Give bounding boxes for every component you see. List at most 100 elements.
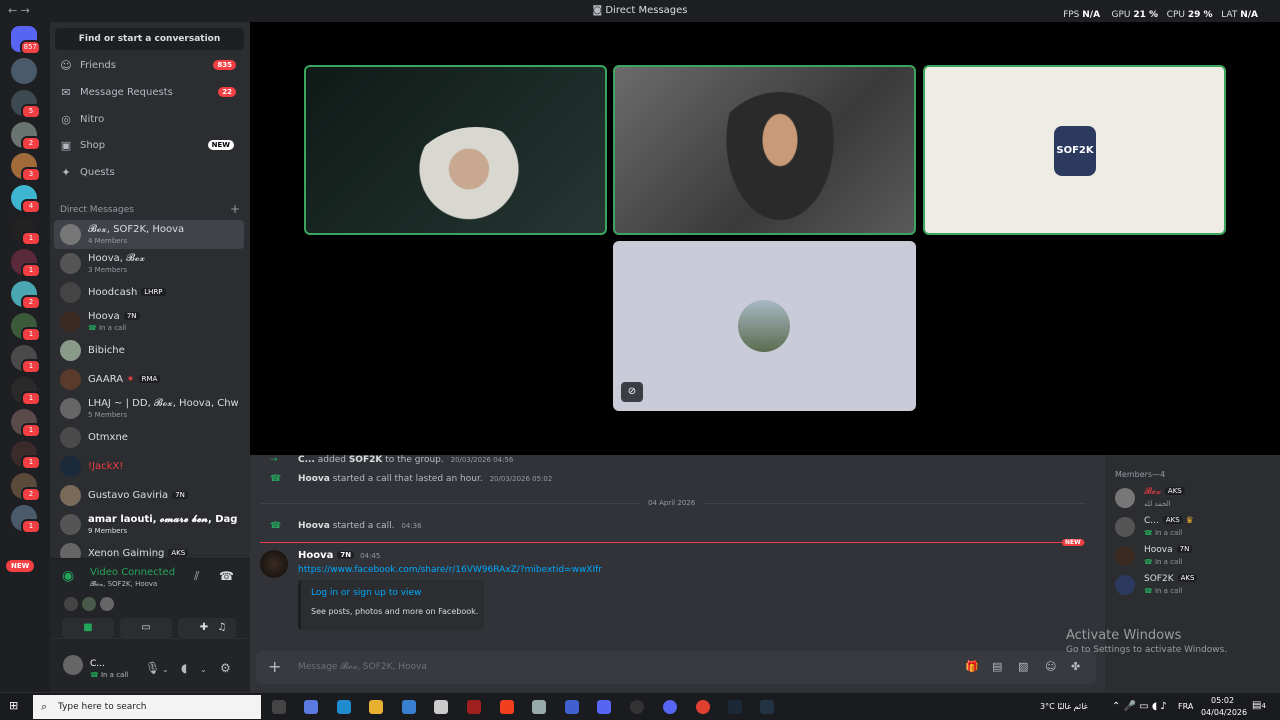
message-input[interactable]: Message 𝓑𝓸𝔁, SOF2K, Hoova	[298, 662, 427, 672]
app-icon[interactable]	[532, 700, 546, 714]
dm-item[interactable]: LHAJ ~ | DD, 𝓑𝓸𝔁, Hoova, Chwi... 5 Membe…	[54, 394, 244, 423]
dm-item[interactable]: Otmxne	[54, 423, 244, 452]
server-icon[interactable]: 1	[11, 409, 41, 438]
video-tile[interactable]: ⊘	[613, 241, 916, 411]
find-conversation-button[interactable]: Find or start a conversation	[55, 28, 244, 50]
clock-date[interactable]: 04/04/2026	[1201, 708, 1247, 717]
gear-icon[interactable]: ⚙	[220, 661, 231, 675]
dm-item[interactable]: GAARA ✶ RMA	[54, 365, 244, 394]
video-tile[interactable]	[613, 65, 916, 235]
dm-item[interactable]: !JackX!	[54, 452, 244, 481]
video-tile[interactable]	[304, 65, 607, 235]
system-tray-icons[interactable]: ⌃ 🎤 ▭ ◖ ♪	[1112, 701, 1167, 712]
app-icon[interactable]	[663, 700, 677, 714]
sticker-icon[interactable]: ▨	[1018, 660, 1028, 673]
embed-description: See posts, photos and more on Facebook.	[311, 607, 479, 616]
brave-icon[interactable]	[500, 700, 514, 714]
gif-icon[interactable]: ▤	[992, 660, 1002, 673]
home-button[interactable]: 857	[11, 26, 41, 55]
headphones-icon[interactable]: ◖	[181, 661, 187, 675]
server-icon[interactable]: 1	[11, 377, 41, 406]
camera-button[interactable]: ■	[62, 618, 114, 638]
quests-icon: ✦	[61, 166, 71, 179]
member-item[interactable]: 𝓑𝓸𝔁 AKS الحمد لله	[1115, 486, 1275, 512]
discord-icon[interactable]	[597, 700, 611, 714]
copilot-icon[interactable]	[304, 700, 318, 714]
app-icon[interactable]	[565, 700, 579, 714]
member-item[interactable]: Hoova 7N ☎ In a call	[1115, 544, 1275, 570]
nav-friends[interactable]: ☺ Friends 835	[54, 54, 244, 78]
server-icon[interactable]: 1	[11, 249, 41, 278]
message-composer[interactable]: + Message 𝓑𝓸𝔁, SOF2K, Hoova 🎁 ▤ ▨ ☺ ✤	[256, 651, 1096, 684]
nav-quests[interactable]: ✦ Quests	[54, 161, 244, 185]
notification-icon[interactable]: ▤4	[1252, 700, 1266, 711]
taskbar-search[interactable]: ⌕ Type here to search	[33, 695, 261, 719]
chevron-down-icon[interactable]: ⌄	[200, 665, 207, 674]
store-icon[interactable]	[434, 700, 448, 714]
dm-item[interactable]: 𝓑𝓸𝔁, SOF2K, Hoova 4 Members	[54, 220, 244, 249]
steam-icon[interactable]	[728, 700, 742, 714]
server-icon[interactable]: 2	[11, 281, 41, 310]
server-icon[interactable]: 5	[11, 90, 41, 119]
app-icon[interactable]	[402, 700, 416, 714]
server-icon[interactable]: 1	[11, 441, 41, 470]
server-icon[interactable]: 2	[11, 473, 41, 502]
server-icon[interactable]: 4	[11, 185, 41, 214]
chrome-icon[interactable]	[696, 700, 710, 714]
language-indicator[interactable]: FRA	[1178, 702, 1193, 711]
new-unreads-pill[interactable]: NEW	[6, 560, 35, 572]
dm-item[interactable]: Gustavo Gaviria 7N	[54, 481, 244, 510]
dm-item[interactable]: Hoodcash LHRP	[54, 278, 244, 307]
message-link[interactable]: https://www.facebook.com/share/r/16VW96R…	[298, 565, 602, 575]
microphone-icon[interactable]: 🎙	[145, 661, 160, 675]
nav-shop[interactable]: ▣ Shop NEW	[54, 134, 244, 158]
server-icon[interactable]: 2	[11, 122, 41, 151]
server-icon[interactable]: 1	[11, 505, 41, 534]
gift-icon[interactable]: 🎁	[965, 660, 979, 673]
dm-item[interactable]: Hoova, 𝓑𝓸𝔁 3 Members	[54, 249, 244, 278]
task-view-icon[interactable]	[272, 700, 286, 714]
server-icon[interactable]: 3	[11, 153, 41, 182]
avatar[interactable]	[63, 655, 83, 675]
app-icon[interactable]	[467, 700, 481, 714]
voice-status[interactable]: Video Connected	[90, 567, 175, 578]
nav-message-requests[interactable]: ✉ Message Requests 22	[54, 81, 244, 105]
user-panel: C... ☎ In a call 🎙 ⌄ ◖ ⌄ ⚙	[50, 639, 250, 692]
member-item[interactable]: C... AKS ♛ ☎ In a call	[1115, 515, 1275, 541]
weather-widget[interactable]: 3°C غائم غالبًا	[1040, 702, 1088, 711]
dm-item[interactable]: Bibiche	[54, 336, 244, 365]
video-tile[interactable]: SOF2K	[923, 65, 1226, 235]
server-icon[interactable]	[11, 58, 37, 84]
dm-item[interactable]: Hoova 7N ☎ In a call	[54, 307, 244, 336]
disconnect-icon[interactable]: ☎	[219, 569, 234, 583]
member-item[interactable]: SOF2K AKS ☎ In a call	[1115, 573, 1275, 599]
edge-icon[interactable]	[337, 700, 351, 714]
windows-start-icon[interactable]: ⊞	[9, 700, 21, 712]
embed-title[interactable]: Log in or sign up to view	[311, 588, 421, 598]
signal-icon[interactable]: ◉	[62, 568, 74, 584]
avatar	[60, 427, 81, 448]
file-explorer-icon[interactable]	[369, 700, 383, 714]
clock-time[interactable]: 05:02	[1211, 696, 1234, 705]
avatar[interactable]	[260, 550, 288, 578]
dm-item[interactable]: amar laouti, 𝓸𝓶𝓪𝓻𝓮 𝓫𝓮𝓷, DagLa... 9 Membe…	[54, 510, 244, 539]
create-dm-plus-icon[interactable]: +	[230, 202, 240, 216]
soundboard-button[interactable]: ♫	[208, 618, 236, 638]
app-icon[interactable]	[630, 700, 644, 714]
dm-item[interactable]: Xenon Gaiming AKS	[54, 539, 244, 558]
emoji-icon[interactable]: ☺	[1045, 660, 1056, 673]
avatar	[60, 543, 81, 558]
add-attachment-icon[interactable]: +	[268, 657, 281, 676]
screen-share-button[interactable]: ▭	[120, 618, 172, 638]
server-icon[interactable]: 1	[11, 217, 41, 246]
chevron-down-icon[interactable]: ⌄	[162, 665, 169, 674]
noise-suppression-icon[interactable]: ⫽	[194, 569, 199, 584]
message-author[interactable]: Hoova	[298, 550, 333, 561]
voice-channel: 𝓑𝓸𝔁, SOF2K, Hoova	[90, 580, 158, 588]
avatar	[1115, 488, 1135, 508]
server-icon[interactable]: 1	[11, 345, 41, 374]
server-icon[interactable]: 1	[11, 313, 41, 342]
app-icon[interactable]	[760, 700, 774, 714]
nav-nitro[interactable]: ◎ Nitro	[54, 108, 244, 132]
apps-icon[interactable]: ✤	[1071, 660, 1080, 673]
